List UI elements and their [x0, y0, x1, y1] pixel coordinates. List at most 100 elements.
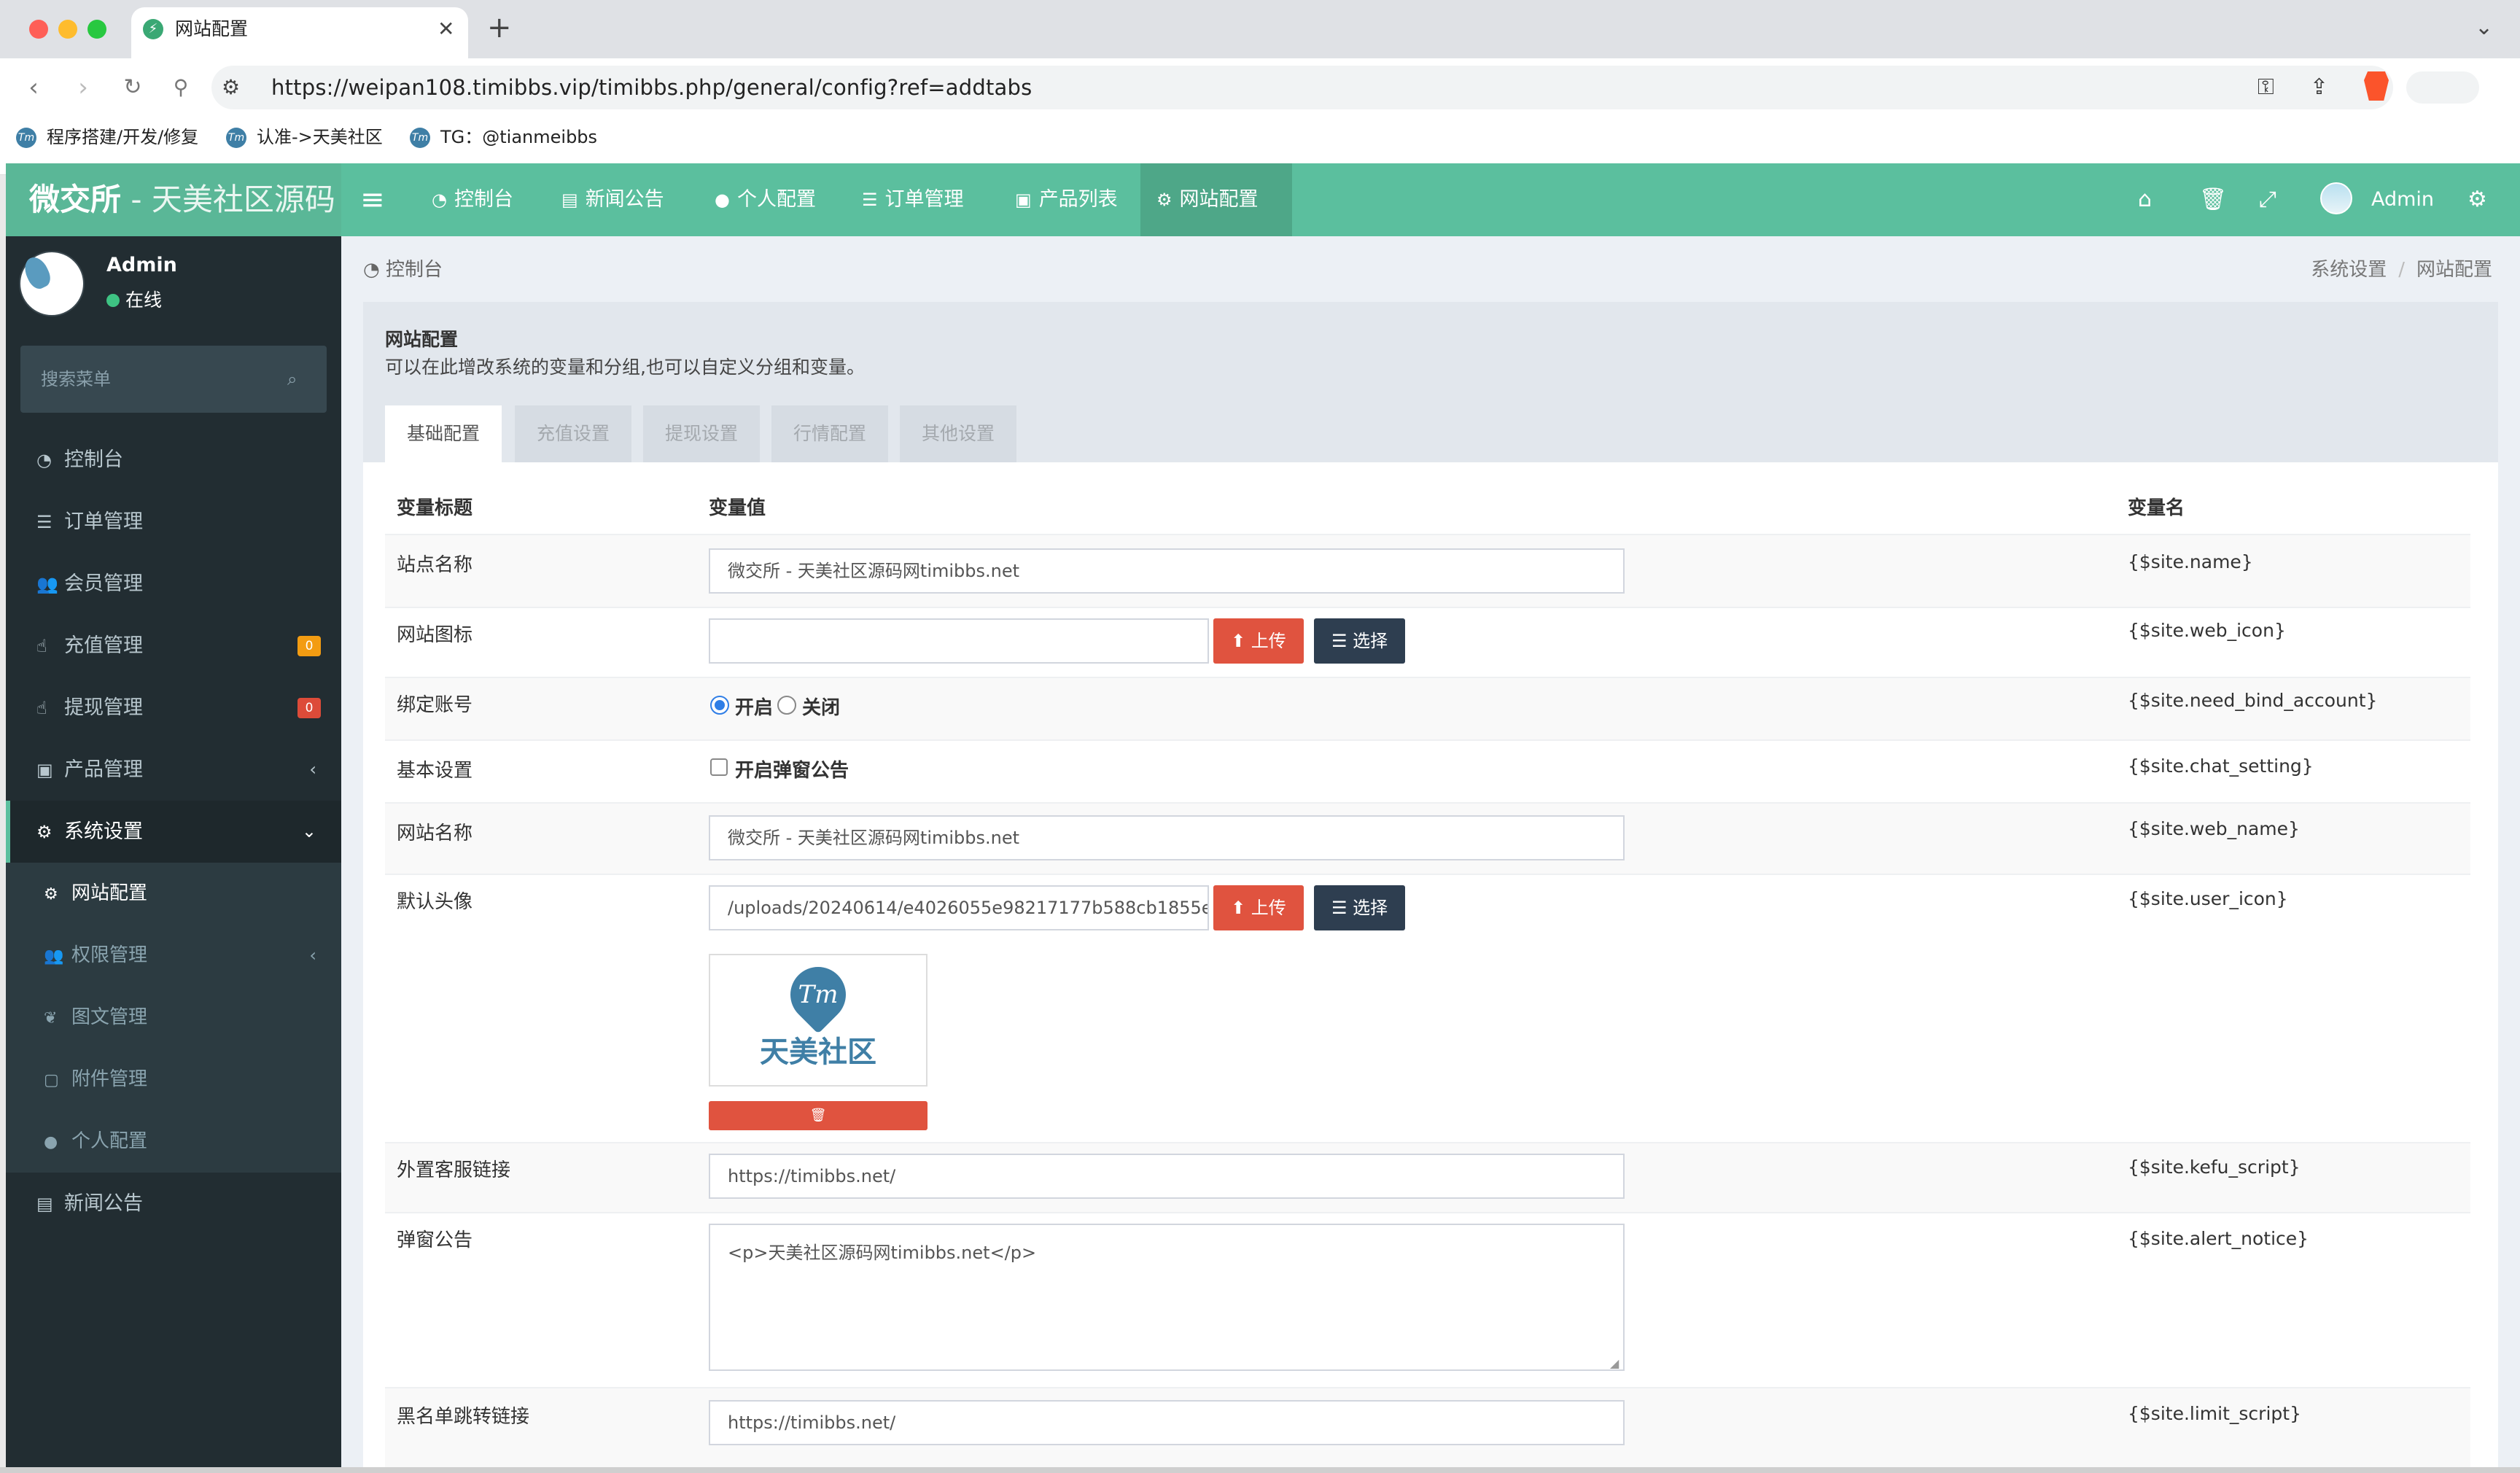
kefu-link-input[interactable]: https://timibbs.net/	[709, 1154, 1625, 1199]
home-icon[interactable]: ⌂	[2138, 163, 2152, 236]
limit-link-input[interactable]: https://timibbs.net/	[709, 1400, 1625, 1445]
bookmark-item[interactable]: Tm 程序搭建/开发/修复	[16, 123, 198, 152]
share-icon[interactable]: ⇪	[2310, 71, 2328, 104]
user-icon-input[interactable]: /uploads/20240614/e4026055e98217177b588c…	[709, 885, 1209, 930]
row-title: 默认头像	[397, 891, 473, 913]
sidebar-subitem-articles[interactable]: ❦ 图文管理	[6, 987, 341, 1049]
forward-icon[interactable]: ›	[66, 70, 101, 105]
nav-products[interactable]: ▣ 产品列表	[999, 163, 1134, 236]
window-minimize-button[interactable]	[58, 20, 77, 39]
choose-button[interactable]: ☰ 选择	[1314, 885, 1406, 930]
sidebar-item-system[interactable]: ⚙ 系统设置 ⌄	[6, 801, 341, 863]
bookmark-favicon-icon: Tm	[16, 128, 36, 148]
tab-close-icon[interactable]: ✕	[438, 16, 454, 42]
column-header-value: 变量值	[709, 497, 766, 519]
window-close-button[interactable]	[29, 20, 48, 39]
row-varname: {$site.web_icon}	[2128, 620, 2286, 641]
nav-orders[interactable]: ☰ 订单管理	[846, 163, 980, 236]
tab-basic[interactable]: 基础配置	[385, 405, 502, 462]
tab-favicon-icon: ⚡	[143, 19, 163, 39]
upload-button[interactable]: ⬆ 上传	[1213, 618, 1304, 664]
sidebar-subitem-attachments[interactable]: ▢ 附件管理	[6, 1049, 341, 1111]
gear-icon: ⚙	[44, 885, 58, 903]
tab-withdraw[interactable]: 提现设置	[643, 405, 761, 462]
row-title: 基本设置	[397, 760, 473, 782]
nav-profile[interactable]: ● 个人配置	[699, 163, 832, 236]
tab-title: 网站配置	[175, 18, 249, 39]
list-icon: ☰	[36, 512, 52, 532]
trash-icon[interactable]: 🗑	[2199, 163, 2227, 236]
tab-search-chevron-icon[interactable]: ⌄	[2475, 15, 2493, 40]
app-logo[interactable]: 微交所 - 天美社区源码	[6, 163, 341, 236]
row-varname: {$site.kefu_script}	[2128, 1157, 2301, 1178]
tab-market[interactable]: 行情配置	[771, 405, 889, 462]
search-icon[interactable]: ⌕	[287, 346, 297, 413]
fullscreen-icon[interactable]: ⤢	[2259, 163, 2276, 236]
popup-notice-checkbox[interactable]	[710, 758, 728, 776]
sidebar-item-news[interactable]: ▤ 新闻公告	[6, 1173, 341, 1235]
bookmark-item[interactable]: Tm 认准->天美社区	[226, 123, 383, 152]
gear-icon: ⚙	[1156, 190, 1172, 210]
breadcrumb-current: 网站配置	[2416, 259, 2492, 281]
site-settings-icon[interactable]: ⚙	[222, 73, 240, 102]
key-icon[interactable]: ⚿	[2258, 71, 2274, 104]
resize-handle-icon[interactable]: ◢	[1610, 1356, 1619, 1370]
breadcrumb: 系统设置 / 网站配置	[2311, 259, 2492, 281]
breadcrumb-home[interactable]: ◔ 控制台	[363, 257, 443, 283]
list-icon: ☰	[1331, 898, 1353, 918]
nav-site-config[interactable]: ⚙ 网站配置	[1140, 163, 1292, 236]
window-maximize-button[interactable]	[88, 20, 106, 39]
sidebar-toggle-icon[interactable]: ≡	[360, 184, 385, 216]
sidebar-item-dashboard[interactable]: ◔ 控制台	[6, 429, 341, 491]
alert-notice-textarea[interactable]: <p>天美社区源码网timibbs.net</p>	[709, 1224, 1625, 1371]
reload-icon[interactable]: ↻	[115, 70, 150, 105]
row-varname: {$site.need_bind_account}	[2128, 690, 2378, 711]
row-title: 弹窗公告	[397, 1229, 473, 1251]
choose-button[interactable]: ☰ 选择	[1314, 618, 1406, 664]
settings-icon[interactable]: ⚙	[2468, 163, 2487, 236]
upload-button[interactable]: ⬆ 上传	[1213, 885, 1304, 930]
site-name-input[interactable]: 微交所 - 天美社区源码网timibbs.net	[709, 548, 1625, 594]
horizontal-scrollbar[interactable]	[0, 1467, 2520, 1473]
sidebar-subitem-permissions[interactable]: 👥 权限管理 ‹	[6, 925, 341, 987]
column-header-title: 变量标题	[397, 497, 473, 519]
bind-account-off-radio[interactable]	[777, 696, 796, 715]
bind-account-on-radio[interactable]	[710, 696, 729, 715]
upload-icon: ⬆	[1231, 631, 1251, 651]
sidebar-item-orders[interactable]: ☰ 订单管理	[6, 491, 341, 553]
sidebar-item-members[interactable]: 👥 会员管理	[6, 553, 341, 615]
bookmark-favicon-icon: Tm	[410, 128, 430, 148]
header-username[interactable]: Admin	[2371, 163, 2434, 236]
trash-icon: 🗑	[809, 1108, 827, 1123]
nav-news[interactable]: ▤ 新闻公告	[545, 163, 680, 236]
breadcrumb-item[interactable]: 系统设置	[2311, 259, 2387, 281]
chevron-left-icon: ‹	[309, 945, 316, 965]
bookmark-icon[interactable]: ⚲	[163, 70, 198, 105]
list-icon: ☰	[862, 190, 878, 210]
row-varname: {$site.user_icon}	[2128, 888, 2288, 909]
withdraw-count-badge: 0	[298, 698, 321, 718]
sidebar-item-withdraw[interactable]: ☝ 提现管理 0	[6, 677, 341, 739]
checkbox-label: 开启弹窗公告	[735, 760, 849, 782]
web-name-input[interactable]: 微交所 - 天美社区源码网timibbs.net	[709, 815, 1625, 860]
chevron-down-icon: ⌄	[301, 821, 316, 842]
new-tab-button[interactable]: +	[487, 13, 512, 42]
back-icon[interactable]: ‹	[16, 70, 51, 105]
sidebar-search-placeholder: 搜索菜单	[41, 369, 111, 389]
image-file-icon: ▢	[44, 1071, 59, 1089]
hand-pointer-icon: ☝	[36, 698, 47, 718]
tab-other[interactable]: 其他设置	[900, 405, 1017, 462]
sidebar-subitem-profile[interactable]: ● 个人配置	[6, 1111, 341, 1173]
web-icon-input[interactable]	[709, 618, 1209, 664]
upload-icon: ⬆	[1231, 898, 1251, 918]
sidebar-subitem-site-config[interactable]: ⚙ 网站配置	[6, 863, 341, 925]
header-avatar[interactable]	[2320, 182, 2352, 214]
sidebar-item-products[interactable]: ▣ 产品管理 ‹	[6, 739, 341, 801]
nav-dashboard[interactable]: ◔ 控制台	[416, 163, 529, 236]
tab-recharge[interactable]: 充值设置	[515, 405, 632, 462]
bookmark-item[interactable]: Tm TG：@tianmeibbs	[410, 123, 597, 152]
sidebar-item-recharge[interactable]: ☝ 充值管理 0	[6, 615, 341, 677]
extension-pill[interactable]	[2406, 71, 2479, 104]
delete-image-button[interactable]: 🗑	[709, 1101, 928, 1130]
url-text[interactable]: https://weipan108.timibbs.vip/timibbs.ph…	[271, 71, 1032, 104]
